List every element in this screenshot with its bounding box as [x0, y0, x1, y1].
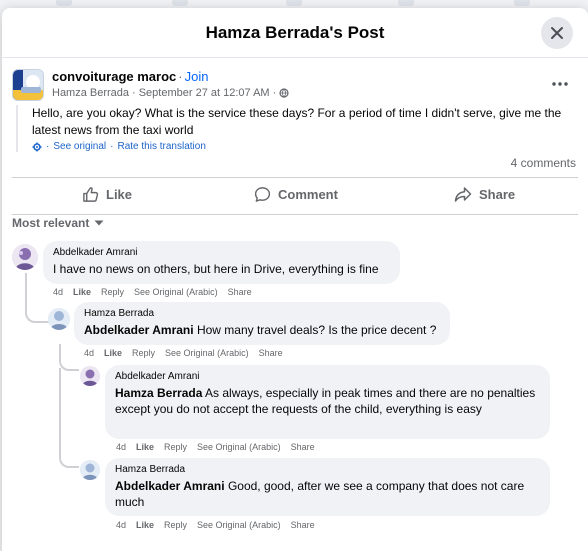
comment-like-button[interactable]: Like: [73, 287, 91, 297]
friends-nav-icon: [172, 0, 188, 6]
see-original-link[interactable]: See Original (Arabic): [197, 520, 281, 530]
post-header: convoiturage maroc · Join Hamza Berrada · …: [12, 68, 578, 108]
close-icon: [551, 27, 563, 39]
comment-share-button[interactable]: Share: [259, 348, 283, 358]
comment-actions: 4d Like Reply See Original (Arabic) Shar…: [116, 442, 315, 452]
comment-text: I have no news on others, but here in Dr…: [53, 262, 379, 276]
comment-count[interactable]: 4 comments: [511, 156, 576, 170]
see-original-link[interactable]: See original: [53, 141, 106, 152]
comment-like-button[interactable]: Like: [136, 442, 154, 452]
share-arrow-icon: [454, 187, 472, 202]
avatar[interactable]: [80, 460, 100, 480]
comment-reply-button[interactable]: Reply: [101, 287, 124, 297]
see-original-link[interactable]: See Original (Arabic): [165, 348, 249, 358]
see-original-link[interactable]: See Original (Arabic): [134, 287, 218, 297]
mention-tag[interactable]: Abdelkader Amrani: [115, 479, 225, 493]
comment-age[interactable]: 4d: [116, 520, 126, 530]
close-button[interactable]: [541, 17, 573, 49]
separator-dot: ·: [110, 141, 114, 152]
comment-author[interactable]: Abdelkader Amrani: [115, 371, 540, 382]
avatar[interactable]: [80, 366, 100, 386]
separator-dot: ·: [272, 87, 277, 99]
mention-tag[interactable]: Hamza Berrada: [115, 386, 202, 400]
comment-share-button[interactable]: Share: [228, 287, 252, 297]
comment-like-button[interactable]: Like: [104, 348, 122, 358]
avatar[interactable]: [12, 244, 38, 270]
more-options-icon: [552, 82, 568, 86]
post-text: Hello, are you okay? What is the service…: [32, 106, 562, 137]
translation-controls: · See original · Rate this translation: [32, 141, 572, 152]
comment-text: How many travel deals? Is the price dece…: [196, 323, 437, 337]
dialog-header: Hamza Berrada's Post: [2, 8, 588, 58]
comment-bubble-icon: [254, 187, 271, 202]
comment-button[interactable]: Comment: [254, 186, 338, 203]
comment-author[interactable]: Hamza Berrada: [84, 308, 440, 319]
post-dialog: Hamza Berrada's Post convoiturage maroc ·…: [2, 8, 588, 551]
comment-actions: 4d Like Reply See Original (Arabic) Shar…: [116, 520, 315, 530]
see-original-link[interactable]: See Original (Arabic): [197, 442, 281, 452]
post-body: Hello, are you okay? What is the service…: [16, 105, 572, 152]
page-name[interactable]: convoiturage maroc: [52, 69, 176, 84]
chevron-down-icon: [94, 220, 104, 226]
more-options-button[interactable]: [548, 74, 572, 94]
separator-dot: ·: [178, 69, 183, 84]
thread-connector: [25, 273, 49, 323]
groups-nav-icon: [514, 0, 530, 6]
comment-bubble: Abdelkader Amrani Hamza Berrada As alway…: [105, 365, 550, 439]
home-nav-icon: [56, 0, 72, 6]
comment-like-button[interactable]: Like: [136, 520, 154, 530]
comment-sort-dropdown[interactable]: Most relevant: [12, 216, 104, 230]
comment-label: Comment: [278, 187, 338, 202]
thread-connector: [59, 368, 79, 468]
watch-nav-icon: [286, 0, 302, 6]
like-button[interactable]: Like: [82, 186, 132, 203]
comment-actions: 4d Like Reply See Original (Arabic) Shar…: [53, 287, 252, 297]
marketplace-nav-icon: [398, 0, 414, 6]
comment-bubble: Hamza Berrada Abdelkader Amrani Good, go…: [105, 458, 550, 516]
comment-author[interactable]: Abdelkader Amrani: [53, 247, 390, 258]
post-action-bar: Like Comment Share: [12, 177, 578, 215]
join-button[interactable]: Join: [185, 69, 209, 84]
sort-label: Most relevant: [12, 216, 90, 230]
dialog-title: Hamza Berrada's Post: [205, 23, 385, 42]
rate-translation-link[interactable]: Rate this translation: [118, 141, 206, 152]
page-avatar[interactable]: [12, 69, 44, 101]
comment-reply-button[interactable]: Reply: [164, 520, 187, 530]
comment-share-button[interactable]: Share: [291, 520, 315, 530]
translate-gear-icon: [32, 142, 42, 151]
comment-bubble: Abdelkader Amrani I have no news on othe…: [43, 241, 400, 284]
post-timestamp[interactable]: September 27 at 12:07 AM: [139, 87, 270, 99]
mention-tag[interactable]: Abdelkader Amrani: [84, 323, 194, 337]
thread-connector: [59, 344, 79, 371]
share-label: Share: [479, 187, 516, 202]
comment-reply-button[interactable]: Reply: [164, 442, 187, 452]
comment-reply-button[interactable]: Reply: [132, 348, 155, 358]
separator-dot: ·: [132, 87, 136, 99]
like-label: Like: [106, 187, 133, 202]
comment-age[interactable]: 4d: [53, 287, 63, 297]
globe-icon: [279, 88, 289, 98]
post-author[interactable]: Hamza Berrada: [52, 87, 129, 99]
comment-actions: 4d Like Reply See Original (Arabic) Shar…: [84, 348, 283, 358]
like-thumb-icon: [83, 187, 99, 202]
comment-author[interactable]: Hamza Berrada: [115, 464, 540, 475]
separator-dot: ·: [46, 141, 50, 152]
comment-age[interactable]: 4d: [116, 442, 126, 452]
avatar[interactable]: [48, 308, 70, 330]
comment-share-button[interactable]: Share: [291, 442, 315, 452]
share-button[interactable]: Share: [454, 186, 515, 203]
comment-bubble: Hamza Berrada Abdelkader Amrani How many…: [74, 302, 450, 345]
comment-age[interactable]: 4d: [84, 348, 94, 358]
